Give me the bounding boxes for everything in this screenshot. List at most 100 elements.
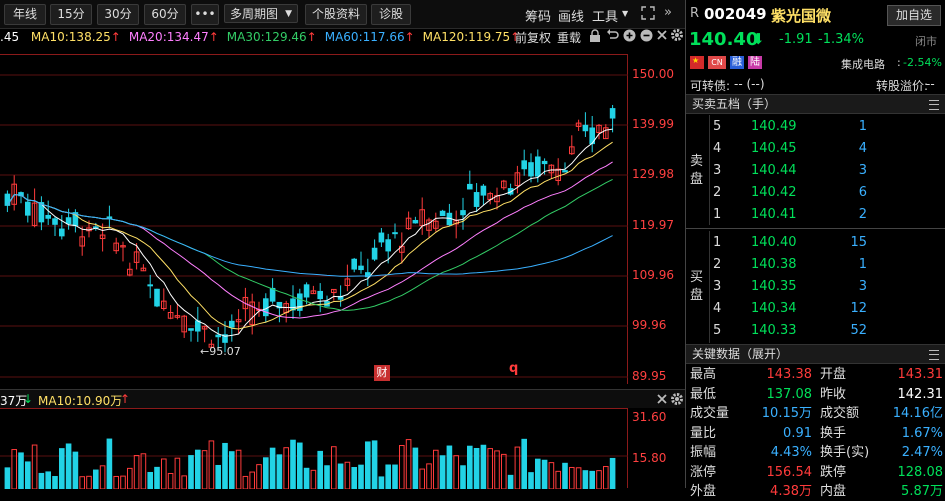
orderbook-row[interactable]: 5 140.33 52 bbox=[686, 320, 945, 342]
close-icon[interactable] bbox=[656, 29, 668, 44]
ma-line bbox=[6, 194, 613, 277]
lock-icon[interactable] bbox=[589, 29, 601, 46]
period-15min-button[interactable]: 15分 bbox=[50, 4, 92, 25]
tools-link[interactable]: 工具 bbox=[592, 6, 618, 25]
key-data-label: 跌停 bbox=[820, 464, 847, 480]
orderbook-row[interactable]: 3 140.35 3 bbox=[686, 276, 945, 298]
volume-bar bbox=[222, 442, 228, 489]
diagnose-button[interactable]: 诊股 bbox=[371, 4, 411, 25]
sector-name[interactable]: 集成电路 bbox=[841, 56, 885, 72]
fullscreen-icon[interactable] bbox=[640, 5, 656, 24]
up-arrow-icon: ↑ bbox=[208, 30, 219, 44]
price-axis-label: 139.99 bbox=[632, 117, 674, 131]
candle-body bbox=[412, 219, 419, 224]
ma-line bbox=[6, 161, 613, 319]
volume-bar bbox=[269, 447, 276, 489]
volume-bar bbox=[365, 441, 371, 489]
adjust-mode-button[interactable]: 前复权 bbox=[515, 29, 551, 46]
event-q-marker[interactable]: q bbox=[509, 361, 518, 376]
undo-icon[interactable] bbox=[606, 29, 619, 46]
trade-status: 闭市 bbox=[915, 35, 937, 48]
candle-body bbox=[269, 287, 276, 302]
menu-icon[interactable] bbox=[929, 350, 939, 360]
volume-bar bbox=[31, 444, 38, 489]
orderbook-row[interactable]: 1 140.41 2 bbox=[686, 204, 945, 226]
key-data-header[interactable]: 关键数据（展开） bbox=[686, 344, 945, 364]
orderbook-row[interactable]: 4 140.45 4 bbox=[686, 138, 945, 160]
orderbook-row[interactable]: 3 140.44 3 bbox=[686, 160, 945, 182]
key-data-value: 156.54 bbox=[766, 464, 813, 480]
volume-bar bbox=[405, 439, 412, 489]
candle-body bbox=[65, 217, 72, 225]
orderbook-row[interactable]: 2 140.42 6 bbox=[686, 182, 945, 204]
volume-bar bbox=[249, 471, 255, 489]
price-axis-label: 129.98 bbox=[632, 167, 674, 181]
volume-bar bbox=[297, 442, 303, 489]
orderbook-row[interactable]: 4 140.34 12 bbox=[686, 298, 945, 320]
menu-icon[interactable] bbox=[929, 100, 939, 110]
stock-info-button[interactable]: 个股资料 bbox=[305, 4, 367, 25]
period-year-button[interactable]: 年线 bbox=[4, 4, 46, 25]
orderbook-price: 140.35 bbox=[751, 279, 797, 294]
collapse-panel-icon[interactable]: » bbox=[664, 5, 672, 20]
reload-button[interactable]: 重载 bbox=[557, 29, 581, 46]
orderbook-level: 4 bbox=[713, 301, 722, 316]
volume-bar bbox=[93, 469, 99, 489]
ma-item: MA10:138.25↑ bbox=[31, 30, 121, 44]
orderbook-row[interactable]: 5 140.49 1 bbox=[686, 116, 945, 138]
volume-bar bbox=[575, 467, 582, 489]
volume-bar bbox=[290, 439, 296, 489]
stock-code: 002049 bbox=[704, 5, 767, 23]
financial-report-marker[interactable]: 财 bbox=[374, 365, 390, 381]
multi-period-dropdown[interactable]: 多周期图 ▼ bbox=[224, 4, 298, 23]
volume-bar bbox=[120, 475, 126, 489]
orderbook-row[interactable]: 2 140.38 1 bbox=[686, 254, 945, 276]
key-data-label: 涨停 bbox=[690, 464, 717, 480]
key-data-value: 143.38 bbox=[766, 367, 813, 382]
volume-bar bbox=[195, 449, 201, 489]
candle-body bbox=[303, 284, 310, 298]
zoom-out-icon[interactable] bbox=[640, 29, 653, 45]
volume-bar bbox=[276, 454, 283, 489]
candle-body bbox=[535, 156, 541, 177]
add-watchlist-button[interactable]: 加自选 bbox=[887, 5, 941, 26]
orderbook-price: 140.41 bbox=[751, 207, 797, 222]
candle-body bbox=[154, 288, 160, 307]
orderbook-level: 3 bbox=[713, 279, 722, 294]
gear-icon[interactable] bbox=[670, 28, 684, 45]
candle-body bbox=[521, 160, 528, 170]
chips-link[interactable]: 筹码 bbox=[525, 6, 551, 25]
key-data-label: 内盘 bbox=[820, 484, 847, 499]
gear-icon[interactable] bbox=[670, 392, 684, 409]
kline-chart-area[interactable] bbox=[0, 54, 628, 384]
orderbook-price: 140.34 bbox=[751, 301, 797, 316]
volume-bar bbox=[52, 476, 58, 489]
down-arrow-icon: ↓ bbox=[23, 392, 34, 406]
key-data-value: 128.08 bbox=[897, 464, 944, 480]
candle-body bbox=[385, 239, 391, 252]
orderbook-row[interactable]: 1 140.40 15 bbox=[686, 232, 945, 254]
zoom-in-icon[interactable] bbox=[623, 29, 636, 45]
key-data-label: 换手(实) bbox=[820, 445, 870, 460]
volume-bar bbox=[351, 467, 357, 489]
key-data-label: 量比 bbox=[690, 425, 717, 441]
period-60min-button[interactable]: 60分 bbox=[144, 4, 186, 25]
volume-chart-area[interactable] bbox=[0, 408, 628, 489]
close-icon[interactable] bbox=[656, 393, 668, 408]
volume-bar bbox=[358, 464, 364, 489]
orderbook-price: 140.44 bbox=[751, 163, 797, 178]
more-periods-button[interactable]: ••• bbox=[191, 4, 219, 25]
chevron-down-icon[interactable]: ▼ bbox=[622, 9, 628, 18]
key-data-label: 最低 bbox=[690, 386, 717, 402]
price-axis-label: 150.00 bbox=[632, 67, 674, 81]
period-30min-button[interactable]: 30分 bbox=[97, 4, 139, 25]
key-data-value: 2.47% bbox=[901, 445, 943, 460]
draw-line-link[interactable]: 画线 bbox=[558, 6, 584, 25]
ma-item: MA20:134.47↑ bbox=[129, 30, 219, 44]
volume-bar bbox=[229, 451, 235, 489]
ma-value: MA30:129.46 bbox=[226, 30, 307, 44]
stock-name: 紫光国微 bbox=[771, 7, 832, 25]
candle-body bbox=[378, 232, 385, 243]
candle-body bbox=[528, 162, 534, 177]
orderbook-header[interactable]: 买卖五档（手） bbox=[686, 94, 945, 114]
